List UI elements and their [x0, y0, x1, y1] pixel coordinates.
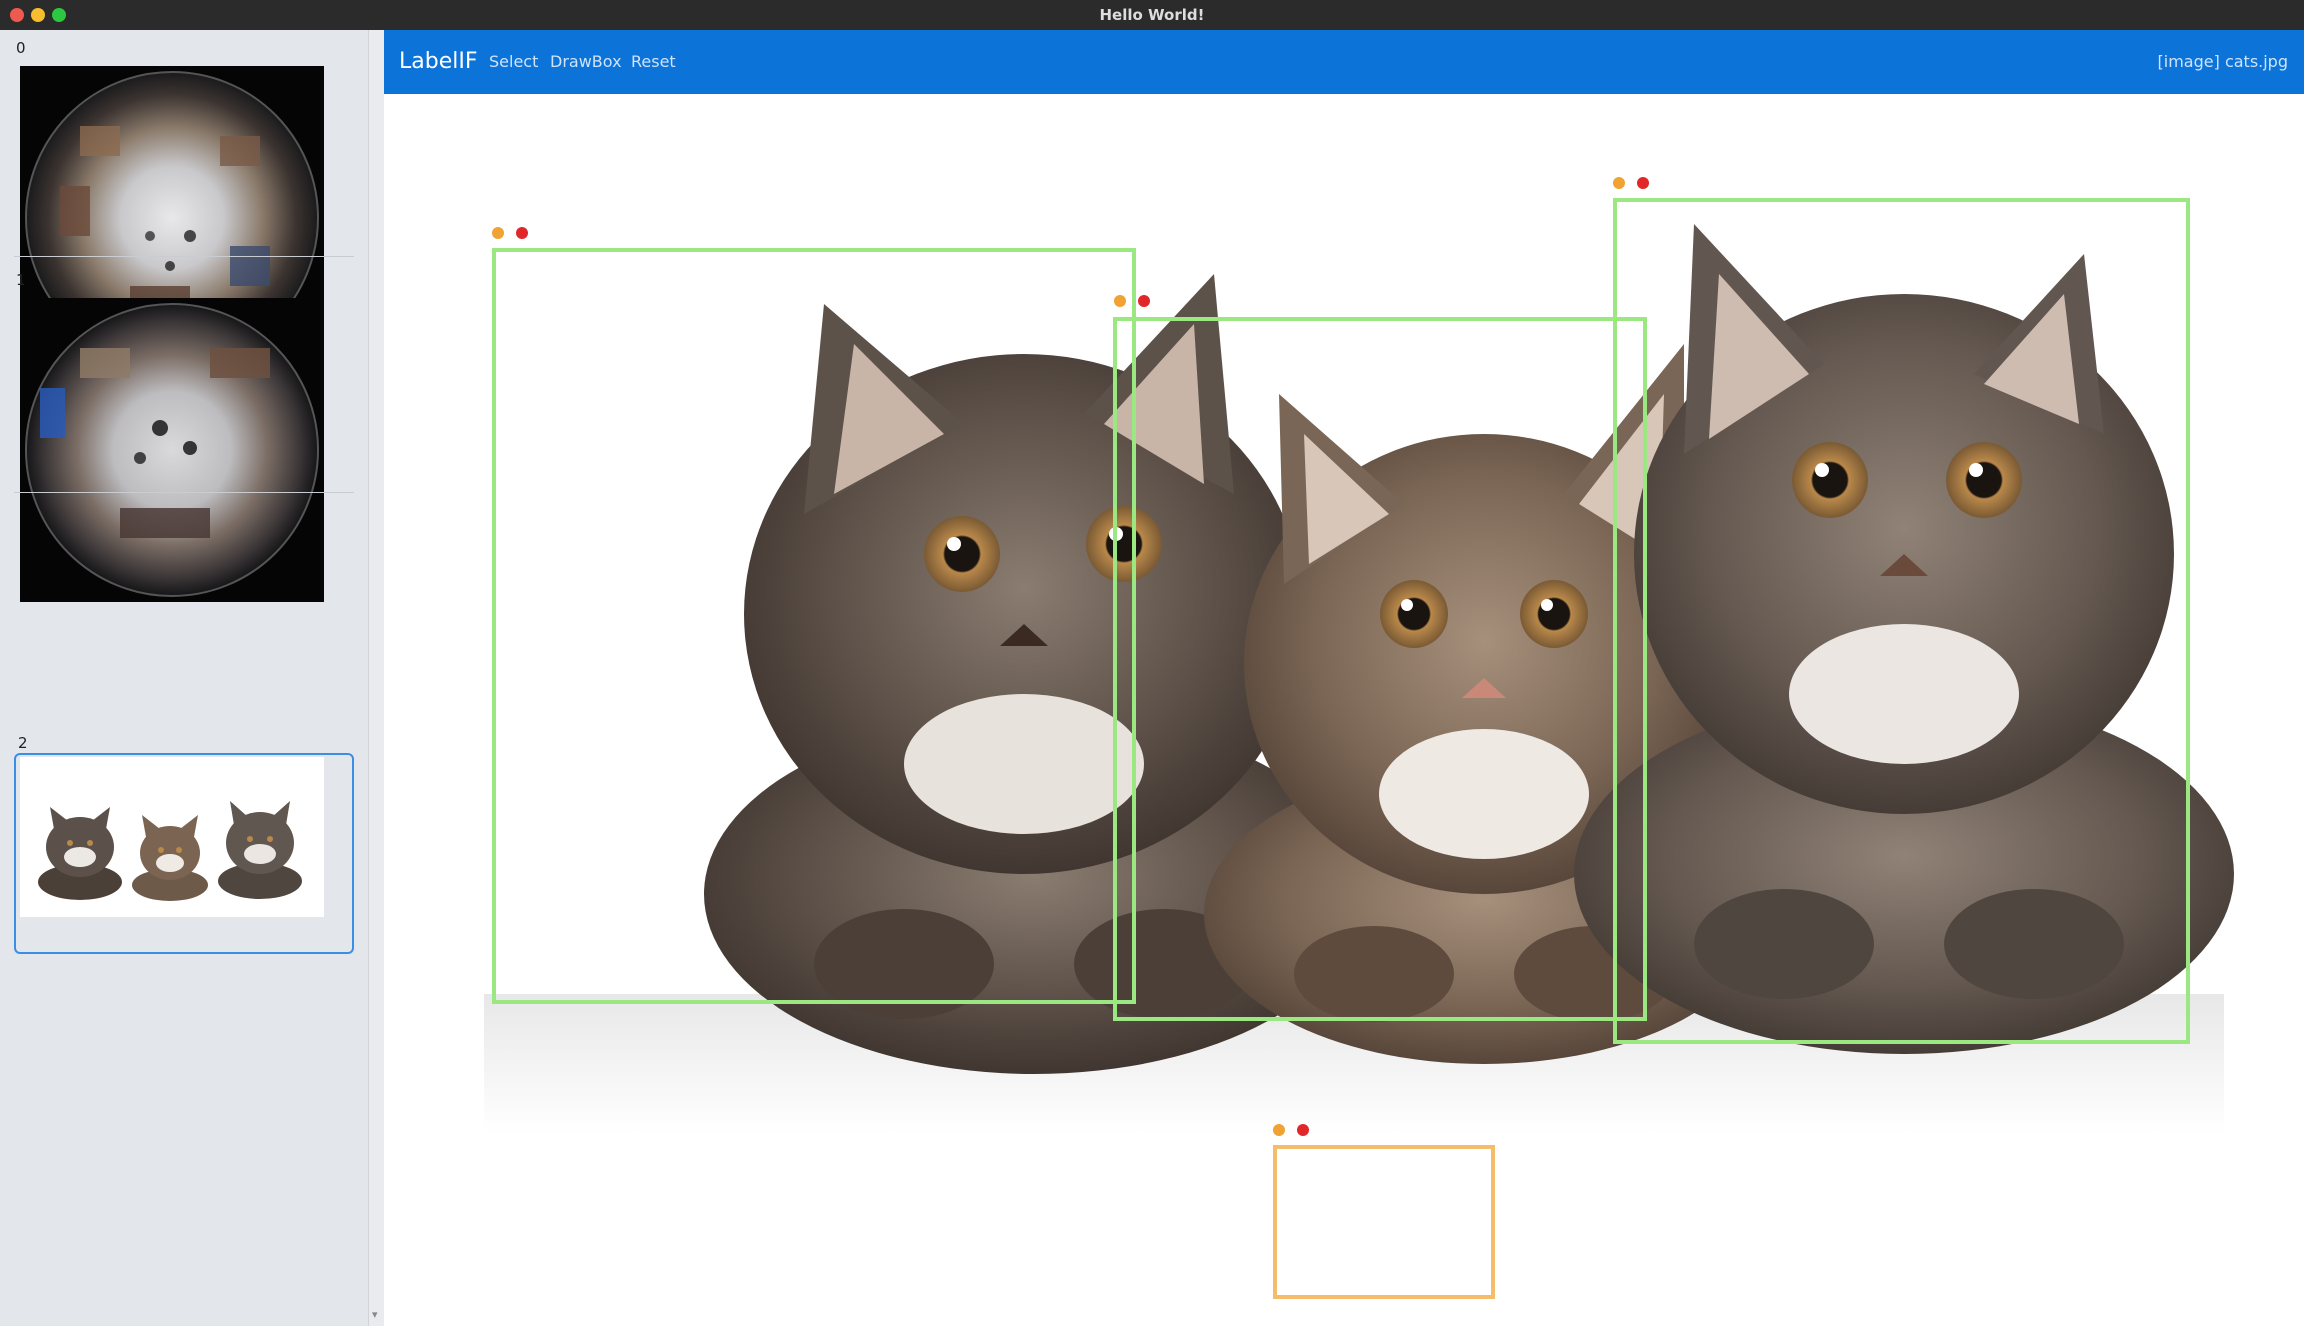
- bounding-box[interactable]: [1613, 198, 2190, 1044]
- edit-handle-icon[interactable]: [1114, 295, 1126, 307]
- app-brand[interactable]: LabelIF: [399, 30, 478, 94]
- title-bar: Hello World!: [0, 0, 2304, 30]
- nav-link-drawbox[interactable]: DrawBox: [550, 30, 622, 94]
- top-navbar: LabelIF Select DrawBox Reset [image] cat…: [384, 30, 2304, 94]
- thumbnail-index: 0: [16, 39, 26, 57]
- thumbnail-divider: [14, 492, 354, 493]
- delete-handle-icon[interactable]: [1138, 295, 1150, 307]
- thumbnail-index: 1: [16, 271, 26, 289]
- delete-handle-icon[interactable]: [516, 227, 528, 239]
- delete-handle-icon[interactable]: [1637, 177, 1649, 189]
- delete-handle-icon[interactable]: [1297, 1124, 1309, 1136]
- thumbnail-divider: [14, 256, 354, 257]
- thumbnail-image-kittens: [20, 757, 324, 917]
- thumbnail-image-fisheye-store-interior: [20, 298, 324, 602]
- edit-handle-icon[interactable]: [1613, 177, 1625, 189]
- scroll-down-arrow-icon[interactable]: ▾: [372, 1308, 378, 1321]
- window-title: Hello World!: [1099, 6, 1205, 24]
- sidebar-scrollbar[interactable]: [368, 30, 384, 1326]
- current-file-label: [image] cats.jpg: [2157, 52, 2288, 71]
- bounding-box[interactable]: [1113, 317, 1647, 1021]
- annotation-canvas[interactable]: [384, 94, 2304, 1326]
- nav-link-reset[interactable]: Reset: [631, 30, 676, 94]
- nav-link-select[interactable]: Select: [489, 30, 538, 94]
- thumbnail-index: 2: [18, 734, 28, 752]
- bounding-box[interactable]: [492, 248, 1136, 1004]
- edit-handle-icon[interactable]: [1273, 1124, 1285, 1136]
- thumbnail-sidebar: 0 1 2: [0, 30, 368, 1326]
- edit-handle-icon[interactable]: [492, 227, 504, 239]
- pending-bounding-box[interactable]: [1273, 1145, 1495, 1299]
